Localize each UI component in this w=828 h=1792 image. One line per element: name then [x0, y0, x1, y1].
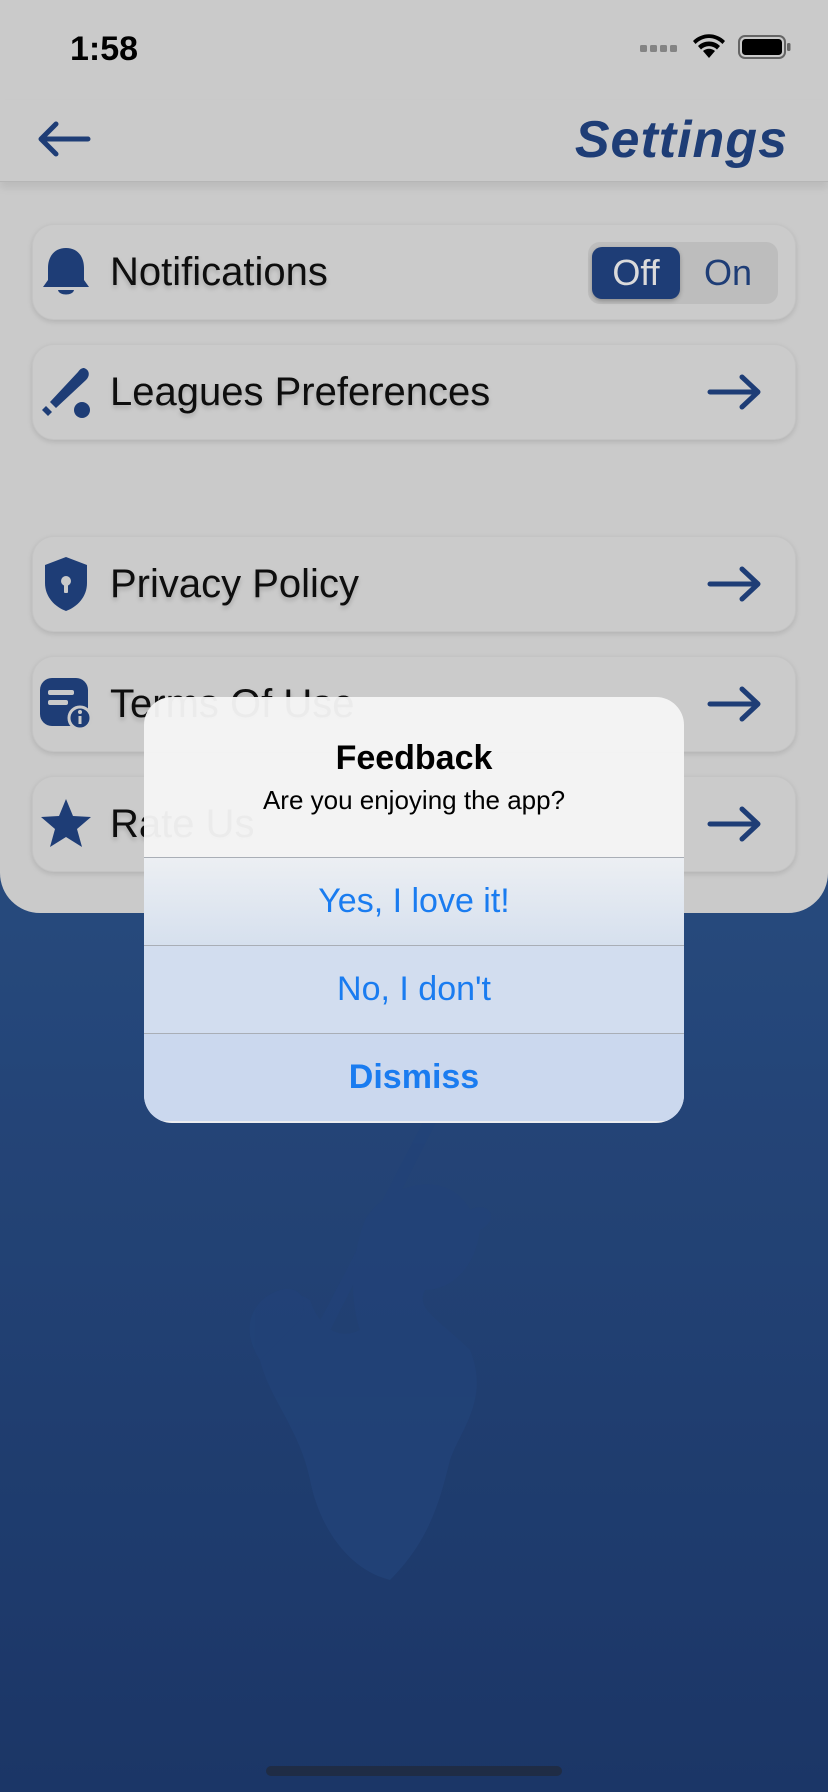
yes-love-it-button[interactable]: Yes, I love it!: [144, 857, 684, 945]
alert-message: Are you enjoying the app?: [262, 785, 566, 815]
alert-header: Feedback Are you enjoying the app?: [144, 697, 684, 857]
alert-title: Feedback: [335, 739, 493, 777]
no-dont-button[interactable]: No, I don't: [144, 945, 684, 1033]
home-indicator[interactable]: [266, 1766, 562, 1776]
feedback-alert: Feedback Are you enjoying the app? Yes, …: [144, 697, 684, 1123]
dismiss-button[interactable]: Dismiss: [144, 1033, 684, 1121]
